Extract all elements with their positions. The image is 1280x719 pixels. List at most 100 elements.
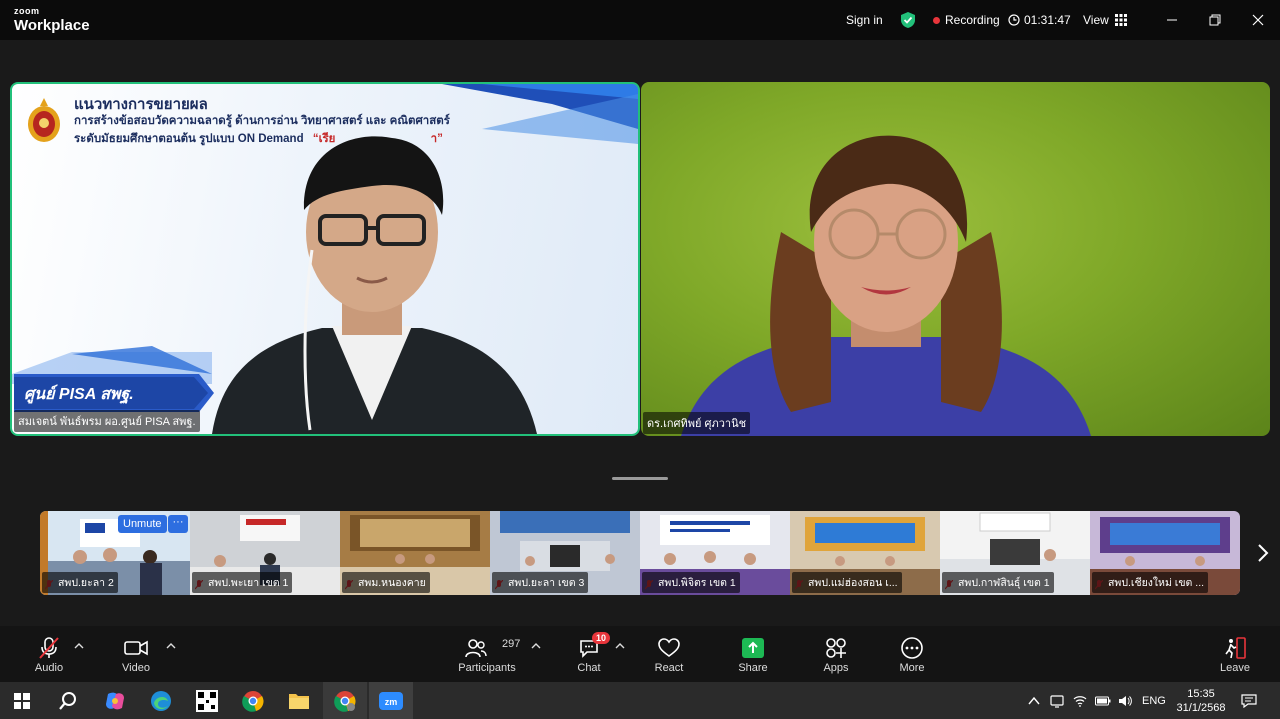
input-language-indicator[interactable]: ENG [1142, 682, 1166, 719]
audio-button[interactable]: Audio [30, 626, 68, 682]
brand-bottom: Workplace [14, 17, 90, 34]
thumbnail-tile[interactable]: สพป.กาฬสินธุ์ เขต 1 [940, 511, 1090, 595]
obec-emblem-icon [28, 98, 60, 142]
meeting-toolbar: Audio Video Participants 297 Chat 10 Rea… [0, 626, 1280, 682]
folder-icon [289, 693, 309, 709]
sign-in-button[interactable]: Sign in [846, 0, 883, 40]
participants-options-chevron-up-icon[interactable] [531, 642, 541, 650]
more-button[interactable]: More [894, 626, 930, 682]
thumbnail-tile[interactable]: สพป.ยะลา เขต 3 [490, 511, 640, 595]
show-hidden-icons-chevron-up-icon[interactable] [1028, 682, 1040, 719]
video-button[interactable]: Video [118, 626, 154, 682]
react-button[interactable]: React [650, 626, 688, 682]
share-button[interactable]: Share [734, 626, 772, 682]
chevron-right-icon[interactable] [1252, 540, 1274, 566]
apps-label: Apps [823, 662, 849, 674]
participants-icon [465, 639, 487, 658]
speaker-video-figure [212, 136, 537, 434]
restore-button[interactable] [1195, 0, 1235, 40]
copilot-taskbar-button[interactable] [93, 682, 137, 719]
share-screen-icon [742, 638, 764, 658]
edge-taskbar-button[interactable] [139, 682, 183, 719]
zoom-active-taskbar-button[interactable]: zm [369, 682, 413, 719]
minimize-icon [1167, 19, 1177, 21]
muted-mic-icon [39, 637, 59, 659]
apps-button[interactable]: Apps [818, 626, 854, 682]
chrome-taskbar-button[interactable] [231, 682, 275, 719]
apps-icon [826, 638, 846, 658]
thumbnail-label: สพป.ยะลา 2 [42, 572, 118, 593]
start-button[interactable] [0, 682, 44, 719]
restore-icon [1209, 14, 1221, 26]
qr-code-icon [196, 689, 218, 712]
gallery-resize-handle[interactable] [612, 477, 668, 480]
copilot-icon [106, 692, 124, 709]
thumbnail-tile[interactable]: Unmute ··· สพป.ยะลา 2 [40, 511, 190, 595]
minimize-button[interactable] [1152, 0, 1192, 40]
clock-date: 31/1/2568 [1176, 701, 1226, 714]
thumbnail-tile[interactable]: สพป.แม่ฮ่องสอน เ... [790, 511, 940, 595]
edge-browser-icon [151, 690, 171, 711]
speaker-name-tag: สมเจตน์ พันธ์พรม ผอ.ศูนย์ PISA สพฐ. [14, 410, 200, 432]
clock[interactable]: 15:35 31/1/2568 [1172, 682, 1230, 719]
file-explorer-taskbar-button[interactable] [277, 682, 321, 719]
meet-now-icon[interactable] [1050, 682, 1064, 719]
thumbnail-label: สพป.พิจิตร เขต 1 [642, 572, 740, 593]
react-label: React [654, 662, 684, 674]
volume-icon[interactable] [1118, 682, 1132, 719]
notifications-icon[interactable] [1241, 682, 1257, 719]
chrome-active-taskbar-button[interactable] [323, 682, 367, 719]
thumbnail-strip: Unmute ··· สพป.ยะลา 2 สพป.พะเยา เขต 1 สพ… [40, 511, 1240, 595]
video-tile-participant[interactable]: ดร.เกศทิพย์ ศุภวานิช [641, 82, 1270, 436]
clock-icon [1008, 14, 1020, 26]
search-icon [59, 691, 76, 710]
view-button[interactable]: View [1083, 0, 1127, 40]
view-label: View [1083, 13, 1109, 27]
battery-icon[interactable] [1095, 682, 1111, 719]
video-camera-icon [124, 640, 148, 656]
audio-options-chevron-up-icon[interactable] [74, 642, 84, 650]
recording-indicator[interactable]: Recording [933, 0, 1000, 40]
more-options-icon [901, 637, 923, 659]
leave-exit-icon [1225, 637, 1246, 659]
svg-text:zm: zm [385, 697, 398, 707]
audio-label: Audio [34, 662, 64, 674]
video-label: Video [122, 662, 150, 674]
search-button[interactable] [46, 682, 90, 719]
pisa-banner-text: ศูนย์ PISA สพฐ. [24, 386, 134, 403]
chat-options-chevron-up-icon[interactable] [615, 642, 625, 650]
thumbnail-tile[interactable]: สพป.พะเยา เขต 1 [190, 511, 340, 595]
close-icon [1252, 14, 1264, 26]
thumbnail-tile[interactable]: สพป.พิจิตร เขต 1 [640, 511, 790, 595]
participants-count: 297 [502, 638, 521, 650]
timer-value: 01:31:47 [1024, 13, 1071, 27]
participants-button[interactable]: Participants [455, 626, 519, 682]
meeting-timer: 01:31:47 [1008, 0, 1071, 40]
recording-label: Recording [945, 13, 1000, 27]
grid-icon [1114, 14, 1127, 26]
thumbnail-label: สพป.พะเยา เขต 1 [192, 572, 293, 593]
clock-time: 15:35 [1187, 687, 1215, 700]
thumbnail-tile[interactable]: สพป.เชียงใหม่ เขต ... [1090, 511, 1240, 595]
recording-dot-icon [933, 16, 940, 24]
video-options-chevron-up-icon[interactable] [166, 642, 176, 650]
participant-name-tag: ดร.เกศทิพย์ ศุภวานิช [643, 412, 751, 434]
leave-button[interactable]: Leave [1216, 626, 1254, 682]
thumbnail-more-button[interactable]: ··· [168, 515, 188, 533]
encryption-shield-icon[interactable] [900, 0, 916, 40]
thumbnail-label: สพป.เชียงใหม่ เขต ... [1092, 572, 1209, 593]
thumbnail-label: สพม.หนองคาย [342, 572, 430, 593]
video-stage: แนวทางการขยายผล การสร้างข้อสอบวัดความฉลา… [0, 40, 1280, 626]
title-bar: zoom Workplace Sign in Recording 01:31:4… [0, 0, 1280, 40]
close-button[interactable] [1238, 0, 1278, 40]
participant-video-figure [681, 135, 1091, 436]
heart-icon [658, 638, 680, 657]
unmute-button[interactable]: Unmute [118, 515, 167, 533]
thumbnail-tile[interactable]: สพม.หนองคาย [340, 511, 490, 595]
video-tile-speaker[interactable]: แนวทางการขยายผล การสร้างข้อสอบวัดความฉลา… [10, 82, 640, 436]
wifi-icon[interactable] [1073, 682, 1087, 719]
participants-label: Participants [458, 662, 516, 674]
zoom-app-icon: zm [379, 691, 403, 710]
qr-app-taskbar-button[interactable] [185, 682, 229, 719]
windows-logo-icon [14, 692, 30, 709]
